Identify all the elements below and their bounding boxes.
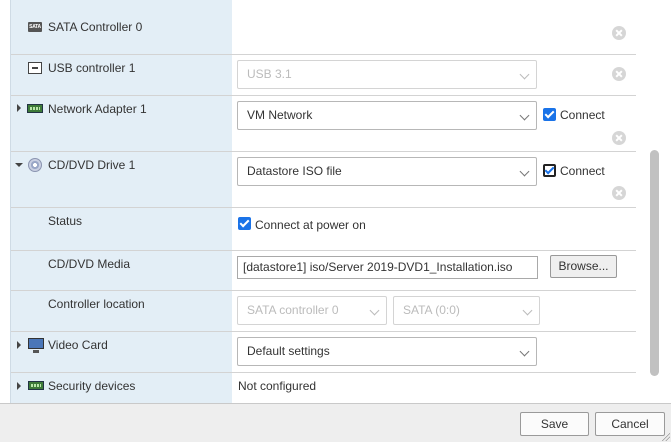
expand-video-card-icon[interactable]: [17, 341, 21, 349]
network-select[interactable]: VM Network: [237, 101, 537, 130]
cd-dvd-connect-checkbox[interactable]: [543, 164, 556, 177]
hardware-list: SATA SATA Controller 0 USB controller 1 …: [11, 0, 636, 403]
monitor-icon: [28, 338, 44, 353]
network-adapter-label: Network Adapter 1: [48, 102, 147, 116]
controller-port-select[interactable]: SATA (0:0): [393, 296, 540, 325]
cancel-button[interactable]: Cancel: [595, 412, 665, 436]
video-card-label: Video Card: [48, 338, 108, 352]
browse-button[interactable]: Browse...: [550, 255, 617, 278]
collapse-cd-dvd-icon[interactable]: [15, 163, 23, 167]
cd-dvd-icon: [28, 158, 42, 172]
row-security-devices: Security devices Not configured: [11, 373, 636, 403]
row-usb-controller: USB controller 1 USB 3.1: [11, 55, 636, 96]
row-controller-location: Controller location SATA controller 0 SA…: [11, 291, 636, 332]
hardware-settings-panel: SATA SATA Controller 0 USB controller 1 …: [0, 0, 671, 403]
security-chip-icon: [28, 381, 44, 390]
video-card-select[interactable]: Default settings: [237, 337, 537, 366]
network-connect-label: Connect: [560, 108, 605, 122]
dialog-footer: Save Cancel: [0, 403, 671, 442]
resize-grip-icon[interactable]: [662, 433, 670, 441]
chevron-down-icon: [522, 305, 533, 316]
remove-usb-controller-icon[interactable]: [612, 67, 626, 81]
cd-dvd-type-select[interactable]: Datastore ISO file: [237, 157, 537, 186]
connect-at-power-on-checkbox[interactable]: [238, 217, 251, 230]
status-label: Status: [48, 214, 83, 228]
chevron-down-icon: [519, 69, 530, 80]
chevron-down-icon: [519, 110, 530, 121]
expand-security-devices-icon[interactable]: [17, 382, 21, 390]
vertical-scrollbar[interactable]: [650, 150, 659, 376]
usb-icon: [28, 62, 42, 74]
network-adapter-icon: [27, 104, 43, 113]
row-cd-media: CD/DVD Media [datastore1] iso/Server 201…: [11, 251, 636, 291]
row-video-card: Video Card Default settings: [11, 332, 636, 373]
save-button[interactable]: Save: [520, 412, 589, 436]
cd-dvd-drive-label: CD/DVD Drive 1: [48, 158, 136, 172]
row-network-adapter: Network Adapter 1 VM Network Connect: [11, 96, 636, 152]
chevron-down-icon: [369, 305, 380, 316]
remove-network-adapter-icon[interactable]: [612, 131, 626, 145]
sata-controller-label: SATA Controller 0: [48, 20, 143, 34]
iso-path-input[interactable]: [datastore1] iso/Server 2019-DVD1_Instal…: [237, 256, 538, 279]
row-sata-controller: SATA SATA Controller 0: [11, 0, 636, 55]
row-cd-status: Status Connect at power on: [11, 208, 636, 251]
security-devices-label: Security devices: [48, 379, 136, 393]
expand-network-adapter-icon[interactable]: [17, 104, 21, 112]
remove-sata-controller-icon[interactable]: [612, 26, 626, 40]
cd-dvd-connect-label: Connect: [560, 164, 605, 178]
chevron-down-icon: [519, 346, 530, 357]
row-cd-dvd-drive: CD/DVD Drive 1 Datastore ISO file Connec…: [11, 152, 636, 208]
network-connect-checkbox[interactable]: [543, 108, 556, 121]
connect-at-power-on-label: Connect at power on: [255, 218, 366, 232]
controller-location-label: Controller location: [48, 297, 145, 311]
sata-icon: SATA: [28, 22, 42, 32]
controller-select[interactable]: SATA controller 0: [237, 296, 387, 325]
usb-controller-label: USB controller 1: [48, 61, 136, 75]
cd-media-label: CD/DVD Media: [48, 257, 131, 271]
chevron-down-icon: [519, 166, 530, 177]
security-devices-value: Not configured: [238, 379, 317, 393]
remove-cd-dvd-drive-icon[interactable]: [612, 186, 626, 200]
usb-version-select[interactable]: USB 3.1: [237, 60, 537, 89]
